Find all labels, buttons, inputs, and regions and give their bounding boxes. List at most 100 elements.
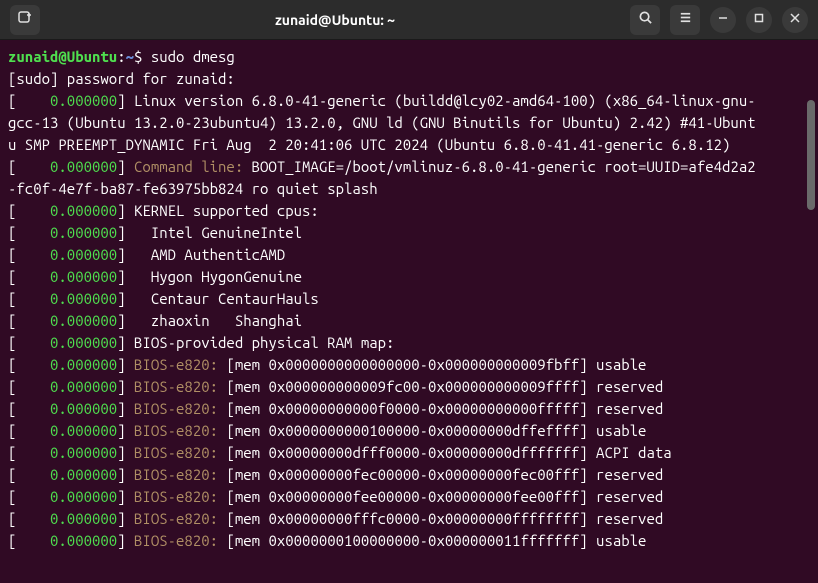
dmesg-seg: ] xyxy=(117,268,134,285)
dmesg-seg: ] xyxy=(117,444,134,461)
dmesg-seg: zhaoxin Shanghai xyxy=(134,312,302,329)
dmesg-seg: [mem 0x00000000fec00000-0x00000000fec00f… xyxy=(218,466,663,483)
dmesg-seg: ] xyxy=(117,92,134,109)
dmesg-seg: Centaur CentaurHauls xyxy=(134,290,319,307)
dmesg-seg: ] xyxy=(117,246,134,263)
dmesg-seg: 0.000000 xyxy=(16,92,117,109)
titlebar-right xyxy=(630,5,808,35)
dmesg-seg: ] xyxy=(117,334,134,351)
dmesg-seg: BIOS-e820: xyxy=(134,466,218,483)
dmesg-seg: [mem 0x000000000009fc00-0x000000000009ff… xyxy=(218,378,663,395)
dmesg-seg: ] xyxy=(117,400,134,417)
dmesg-seg: Command line: xyxy=(134,158,243,175)
dmesg-seg: Hygon HygonGenuine xyxy=(134,268,302,285)
prompt-symbol: $ xyxy=(134,48,151,65)
dmesg-seg: 0.000000 xyxy=(16,268,117,285)
dmesg-line: [ 0.000000] BIOS-e820: [mem 0x0000000000… xyxy=(8,354,810,376)
dmesg-seg: u SMP PREEMPT_DYNAMIC Fri Aug 2 20:41:06… xyxy=(8,136,730,153)
dmesg-seg: ] xyxy=(117,312,134,329)
dmesg-seg: 0.000000 xyxy=(16,246,117,263)
dmesg-line: [ 0.000000] Intel GenuineIntel xyxy=(8,222,810,244)
dmesg-seg: BIOS-provided physical RAM map: xyxy=(134,334,394,351)
window-title: zunaid@Ubuntu: ~ xyxy=(40,9,630,31)
dmesg-seg: ] xyxy=(117,488,134,505)
dmesg-seg: 0.000000 xyxy=(16,466,117,483)
dmesg-seg: BIOS-e820: xyxy=(134,444,218,461)
dmesg-seg: 0.000000 xyxy=(16,400,117,417)
dmesg-seg: [mem 0x0000000000000000-0x000000000009fb… xyxy=(218,356,646,373)
dmesg-line: [ 0.000000] BIOS-e820: [mem 0x0000000100… xyxy=(8,530,810,552)
menu-icon xyxy=(678,9,693,31)
dmesg-seg: [mem 0x00000000fffc0000-0x00000000ffffff… xyxy=(218,510,663,527)
prompt-user: zunaid@Ubuntu xyxy=(8,48,117,65)
dmesg-line: [ 0.000000] Command line: BOOT_IMAGE=/bo… xyxy=(8,156,810,178)
dmesg-seg: ] xyxy=(117,202,134,219)
dmesg-seg: [mem 0x00000000dfff0000-0x00000000dfffff… xyxy=(218,444,672,461)
dmesg-line: -fc0f-4e7f-ba87-fe63975bb824 ro quiet sp… xyxy=(8,178,810,200)
dmesg-seg: 0.000000 xyxy=(16,312,117,329)
titlebar: zunaid@Ubuntu: ~ xyxy=(0,0,818,40)
dmesg-seg: 0.000000 xyxy=(16,444,117,461)
dmesg-seg: BIOS-e820: xyxy=(134,422,218,439)
new-tab-button[interactable] xyxy=(10,5,40,35)
prompt-colon: : xyxy=(117,48,125,65)
dmesg-seg: [mem 0x00000000000f0000-0x00000000000fff… xyxy=(218,400,663,417)
dmesg-seg: 0.000000 xyxy=(16,334,117,351)
dmesg-seg: ] xyxy=(117,290,134,307)
menu-button[interactable] xyxy=(670,5,700,35)
dmesg-seg: [mem 0x0000000000100000-0x00000000dffeff… xyxy=(218,422,646,439)
dmesg-line: [ 0.000000] BIOS-e820: [mem 0x00000000fe… xyxy=(8,486,810,508)
dmesg-line: [ 0.000000] BIOS-e820: [mem 0x0000000000… xyxy=(8,420,810,442)
dmesg-seg: Linux version 6.8.0-41-generic (buildd@l… xyxy=(134,92,756,109)
terminal-area[interactable]: zunaid@Ubuntu:~$ sudo dmesg [sudo] passwo… xyxy=(0,40,818,583)
dmesg-seg: BIOS-e820: xyxy=(134,400,218,417)
dmesg-seg: BIOS-e820: xyxy=(134,378,218,395)
scrollbar-thumb[interactable] xyxy=(807,100,815,210)
dmesg-seg: 0.000000 xyxy=(16,158,117,175)
dmesg-seg: 0.000000 xyxy=(16,356,117,373)
dmesg-seg: BIOS-e820: xyxy=(134,488,218,505)
command: sudo dmesg xyxy=(151,48,235,65)
dmesg-seg: 0.000000 xyxy=(16,488,117,505)
sudo-prompt: [sudo] password for zunaid: xyxy=(8,68,810,90)
dmesg-line: u SMP PREEMPT_DYNAMIC Fri Aug 2 20:41:06… xyxy=(8,134,810,156)
dmesg-seg: BOOT_IMAGE=/boot/vmlinuz-6.8.0-41-generi… xyxy=(243,158,755,175)
dmesg-seg: 0.000000 xyxy=(16,290,117,307)
close-button[interactable] xyxy=(782,7,808,33)
dmesg-seg: ] xyxy=(117,158,134,175)
dmesg-seg: 0.000000 xyxy=(16,224,117,241)
dmesg-seg: ] xyxy=(117,378,134,395)
prompt-line: zunaid@Ubuntu:~$ sudo dmesg xyxy=(8,46,810,68)
dmesg-seg: ] xyxy=(117,356,134,373)
dmesg-line: [ 0.000000] KERNEL supported cpus: xyxy=(8,200,810,222)
dmesg-line: [ 0.000000] AMD AuthenticAMD xyxy=(8,244,810,266)
new-tab-icon xyxy=(17,9,33,31)
dmesg-seg: ] xyxy=(117,422,134,439)
dmesg-seg: 0.000000 xyxy=(16,202,117,219)
dmesg-seg: [mem 0x0000000100000000-0x000000011fffff… xyxy=(218,532,646,549)
search-button[interactable] xyxy=(630,5,660,35)
dmesg-seg: AMD AuthenticAMD xyxy=(134,246,285,263)
maximize-icon xyxy=(754,9,764,31)
dmesg-line: [ 0.000000] Hygon HygonGenuine xyxy=(8,266,810,288)
dmesg-seg: 0.000000 xyxy=(16,378,117,395)
search-icon xyxy=(638,9,653,31)
dmesg-seg: gcc-13 (Ubuntu 13.2.0-23ubuntu4) 13.2.0,… xyxy=(8,114,756,131)
dmesg-seg: 0.000000 xyxy=(16,532,117,549)
dmesg-seg: ] xyxy=(117,466,134,483)
prompt-path: ~ xyxy=(126,48,134,65)
dmesg-line: [ 0.000000] BIOS-provided physical RAM m… xyxy=(8,332,810,354)
dmesg-line: [ 0.000000] BIOS-e820: [mem 0x00000000ff… xyxy=(8,508,810,530)
dmesg-seg: KERNEL supported cpus: xyxy=(134,202,319,219)
dmesg-seg: ] xyxy=(117,224,134,241)
dmesg-seg: [mem 0x00000000fee00000-0x00000000fee00f… xyxy=(218,488,663,505)
sudo-text: [sudo] password for zunaid: xyxy=(8,70,235,87)
dmesg-seg: Intel GenuineIntel xyxy=(134,224,302,241)
minimize-button[interactable] xyxy=(710,7,736,33)
maximize-button[interactable] xyxy=(746,7,772,33)
minimize-icon xyxy=(718,9,728,31)
dmesg-line: [ 0.000000] Centaur CentaurHauls xyxy=(8,288,810,310)
terminal-content: zunaid@Ubuntu:~$ sudo dmesg [sudo] passwo… xyxy=(8,46,810,552)
dmesg-seg: BIOS-e820: xyxy=(134,356,218,373)
dmesg-seg: ] xyxy=(117,532,134,549)
